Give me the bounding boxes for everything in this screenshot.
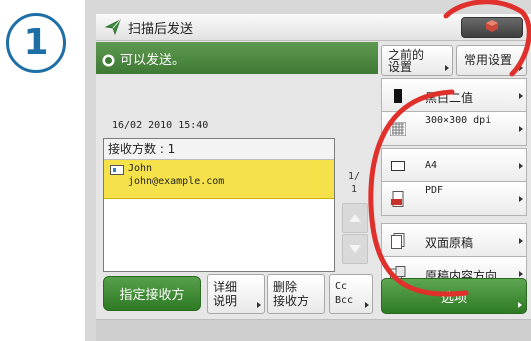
specify-destination-button[interactable]: 指定接收方 <box>103 276 201 311</box>
device-panel: 扫描后发送 可以发送。 16/02 2010 15:40 接收方数 : 1 Jo… <box>85 0 531 341</box>
resolution-icon <box>390 121 406 137</box>
file-format-icon <box>390 191 406 207</box>
color-mode-icon <box>390 88 406 104</box>
step-number-badge: 1 <box>6 13 66 73</box>
contact-card-icon <box>110 165 124 175</box>
submenu-arrow-icon <box>365 302 369 308</box>
ready-status-icon <box>102 52 115 66</box>
status-monitor-icon <box>485 18 499 37</box>
submenu-arrow-icon <box>519 65 523 71</box>
destination-list: 接收方数 : 1 John john@example.com <box>103 138 335 272</box>
status-bar: 可以发送。 <box>96 42 378 74</box>
arrow-down-icon <box>349 245 361 253</box>
bottom-strip <box>96 319 531 341</box>
submenu-arrow-icon <box>519 238 523 244</box>
setting-label: 双面原稿 <box>425 236 474 250</box>
setting-paper-size[interactable]: A4 <box>381 148 527 183</box>
previous-settings-button[interactable]: 之前的 设置 <box>381 45 453 76</box>
submenu-arrow-icon <box>519 163 523 169</box>
options-button[interactable]: 选项 <box>381 278 527 314</box>
details-label-1: 详细 <box>213 280 238 294</box>
page-total: 1 <box>351 184 358 195</box>
scroll-up-button[interactable] <box>342 203 368 233</box>
submenu-arrow-icon <box>518 302 522 308</box>
destination-item[interactable]: John john@example.com <box>104 160 334 199</box>
cc-bcc-button[interactable]: Cc Bcc <box>329 274 373 314</box>
destination-name: John <box>128 163 153 174</box>
status-monitor-button[interactable] <box>461 17 523 38</box>
setting-label: A4 <box>425 160 438 171</box>
setting-file-format[interactable]: PDF <box>381 181 527 216</box>
submenu-arrow-icon <box>519 93 523 99</box>
paper-size-icon <box>390 158 406 174</box>
destination-count: 接收方数 : 1 <box>104 139 334 160</box>
details-button[interactable]: 详细 说明 <box>207 274 265 314</box>
submenu-arrow-icon <box>445 65 449 71</box>
touch-screen: 扫描后发送 可以发送。 16/02 2010 15:40 接收方数 : 1 Jo… <box>96 14 531 341</box>
setting-duplex[interactable]: 双面原稿 <box>381 223 527 258</box>
status-message: 可以发送。 <box>120 52 186 68</box>
scan-send-icon <box>104 18 122 36</box>
favorite-settings-label: 常用设置 <box>464 53 513 67</box>
delete-label-1: 删除 <box>273 280 298 294</box>
date-time: 16/02 2010 15:40 <box>112 120 209 131</box>
submenu-arrow-icon <box>519 271 523 277</box>
setting-resolution[interactable]: 300×300 dpi <box>381 111 527 146</box>
setting-label: PDF <box>425 185 444 196</box>
duplex-icon <box>390 233 406 249</box>
setting-label: 300×300 dpi <box>425 115 492 126</box>
setting-label: 黑白二值 <box>425 91 474 105</box>
previous-settings-label-2: 设置 <box>388 60 413 74</box>
page-indicator: 1/ 1 <box>348 170 360 196</box>
page-current: 1/ <box>348 171 361 182</box>
scroll-down-button[interactable] <box>342 234 368 264</box>
submenu-arrow-icon <box>519 196 523 202</box>
options-label: 选项 <box>440 290 467 306</box>
delete-label-2: 接收方 <box>273 294 310 308</box>
step-number: 1 <box>23 22 49 63</box>
cc-label: Cc <box>335 281 348 292</box>
destination-email: john@example.com <box>128 176 225 187</box>
page-title: 扫描后发送 <box>128 21 194 37</box>
submenu-arrow-icon <box>257 302 261 308</box>
favorite-settings-button[interactable]: 常用设置 <box>456 45 527 76</box>
settings-panel: 黑白二值 300×300 dpi A4 PDF 双面原稿 原稿内容方向 <box>381 78 527 291</box>
title-bar: 扫描后发送 <box>96 14 531 41</box>
setting-color-mode[interactable]: 黑白二值 <box>381 78 527 113</box>
delete-destination-button[interactable]: 删除 接收方 <box>267 274 325 314</box>
arrow-up-icon <box>349 214 361 222</box>
submenu-arrow-icon <box>519 126 523 132</box>
